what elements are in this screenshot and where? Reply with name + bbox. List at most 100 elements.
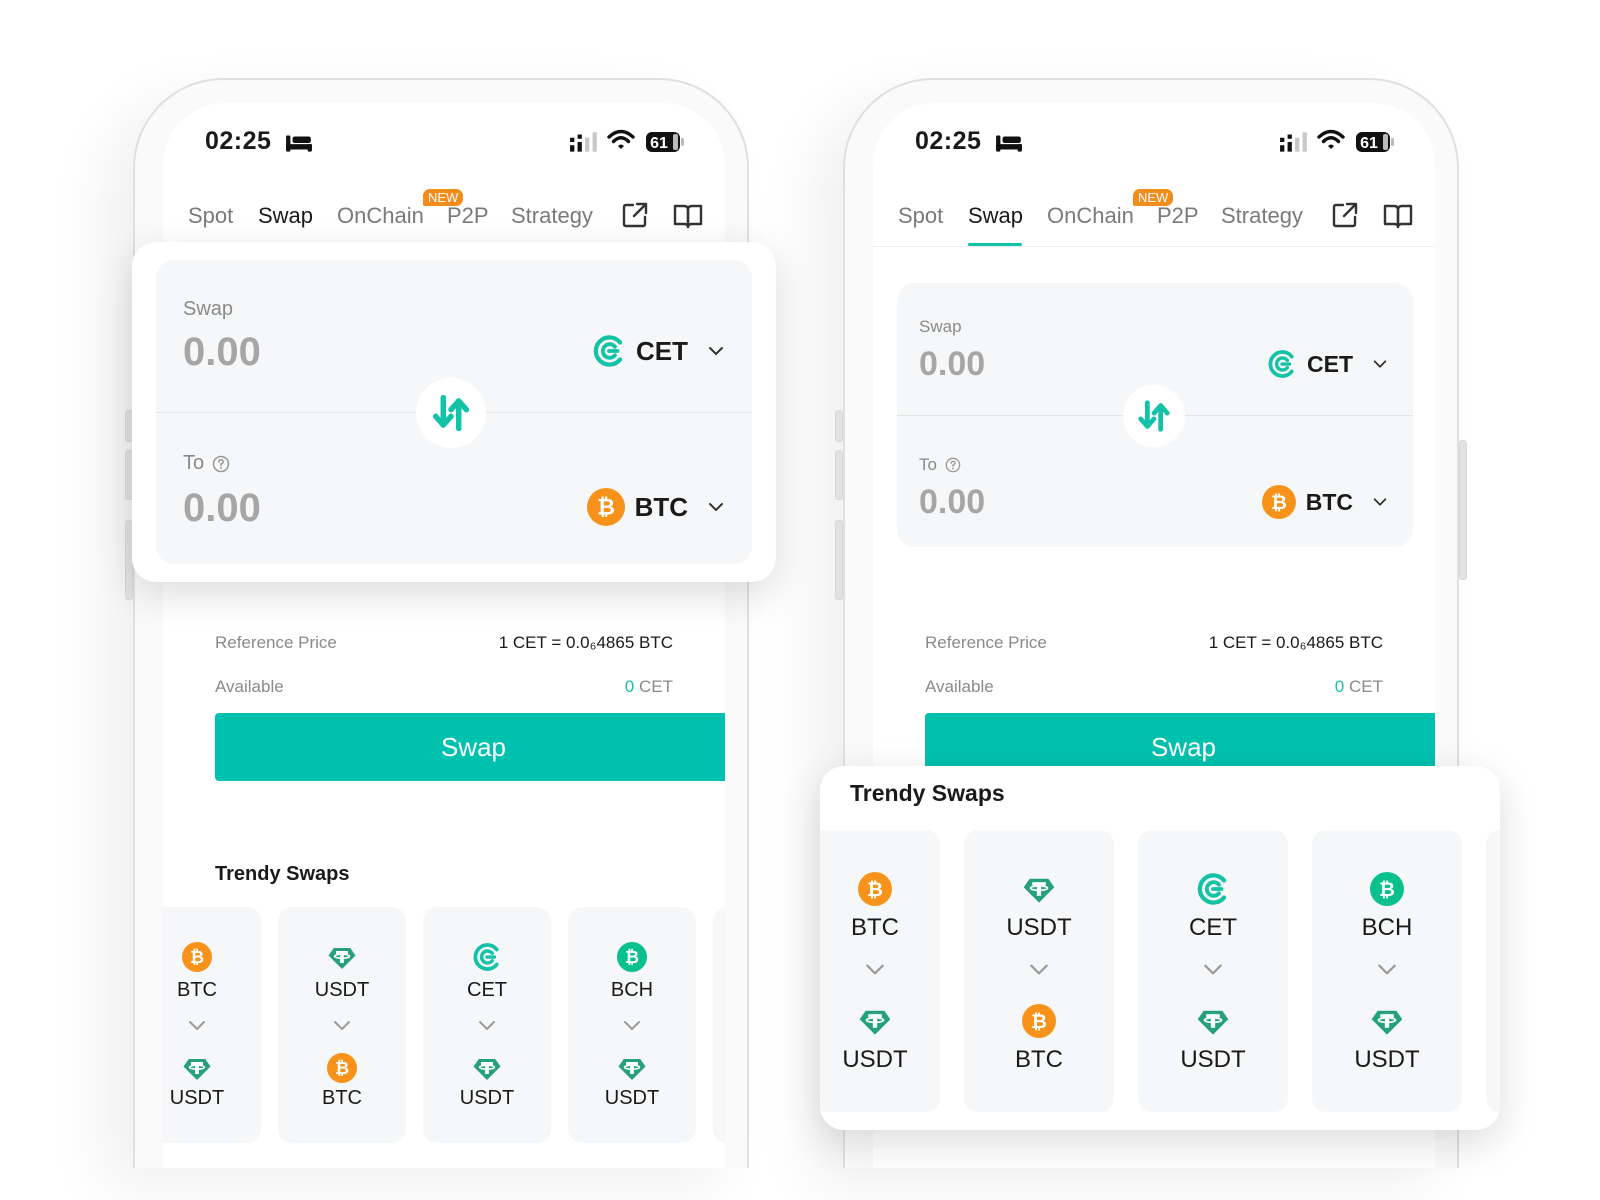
swap-arrows-icon (1135, 397, 1173, 435)
from-coin-selector[interactable]: CET (592, 334, 726, 368)
battery-icon: 61 (1356, 132, 1394, 152)
trendy-swaps-popout: Trendy Swaps BTC USDT USDT BTC CET USDT … (820, 766, 1500, 1130)
chevron-down-icon (332, 1015, 352, 1035)
available-coin: CET (1349, 677, 1383, 696)
power-button (1459, 440, 1467, 580)
status-bar: 02:25 61 (163, 127, 725, 167)
usdt-icon (182, 1053, 212, 1083)
trendy-from-symbol: CET (1189, 914, 1237, 941)
trendy-card-usdt-btc[interactable]: USDT BTC (964, 830, 1114, 1112)
volume-up-button (835, 450, 843, 500)
tab-strategy[interactable]: Strategy (1221, 203, 1303, 229)
battery-icon: 61 (646, 132, 684, 152)
available-label: Available (925, 677, 994, 696)
available-row: Available 0 CET (925, 677, 1383, 697)
tab-spot[interactable]: Spot (188, 203, 233, 229)
trendy-to-symbol: BTC (1015, 1046, 1063, 1073)
to-coin-name: BTC (634, 491, 688, 522)
volume-down-button (835, 520, 843, 600)
trendy-swaps-title: Trendy Swaps (215, 863, 350, 885)
from-coin-name: CET (636, 335, 688, 366)
trendy-card-cet-usdt[interactable]: CET USDT (423, 907, 551, 1143)
btc-icon (1262, 485, 1296, 519)
trendy-to-symbol: BTC (322, 1087, 362, 1109)
reference-price-label: Reference Price (925, 633, 1047, 652)
usdt-icon (472, 1053, 502, 1083)
chevron-down-icon (864, 958, 886, 980)
from-amount-input[interactable]: 0.00 (919, 345, 985, 384)
trendy-card-partial[interactable] (713, 907, 725, 1143)
trendy-card-partial[interactable] (1486, 830, 1500, 1112)
to-coin-selector[interactable]: BTC (587, 488, 726, 526)
cet-icon (472, 942, 502, 972)
bch-icon (1370, 872, 1404, 906)
to-coin-selector[interactable]: BTC (1262, 485, 1389, 519)
chevron-down-icon (1202, 958, 1224, 980)
swap-button[interactable]: Swap (215, 713, 725, 781)
usdt-icon (858, 1004, 892, 1038)
trendy-from-symbol: BTC (177, 979, 217, 1001)
bch-icon (617, 942, 647, 972)
tab-onchain[interactable]: OnChain (1047, 203, 1134, 229)
trendy-card-cet-usdt[interactable]: CET USDT (1138, 830, 1288, 1112)
swap-direction-button[interactable] (1123, 385, 1185, 447)
top-tabs: Spot Swap OnChain NEW P2P Strategy (873, 189, 1435, 247)
trendy-to-symbol: USDT (842, 1046, 908, 1073)
chevron-down-icon (1371, 493, 1389, 511)
help-icon[interactable] (945, 457, 961, 473)
trendy-card-btc-usdt[interactable]: BTC USDT (163, 907, 261, 1143)
swap-arrows-icon (429, 391, 473, 435)
trendy-to-symbol: USDT (1180, 1046, 1246, 1073)
trendy-to-symbol: USDT (1354, 1046, 1420, 1073)
sleep-focus-icon (285, 133, 313, 153)
from-coin-selector[interactable]: CET (1267, 349, 1389, 379)
active-tab-indicator (968, 243, 1022, 246)
trendy-to-symbol: USDT (169, 1087, 225, 1109)
reference-price-value: 1 CET = 0.0₆4865 BTC (1208, 633, 1383, 652)
to-amount-input[interactable]: 0.00 (183, 486, 261, 531)
from-amount-input[interactable]: 0.00 (183, 330, 261, 375)
btc-icon (182, 942, 212, 972)
wifi-icon (607, 129, 635, 151)
help-icon[interactable] (212, 455, 230, 473)
external-link-icon[interactable] (1331, 201, 1359, 229)
status-time: 02:25 (915, 127, 982, 155)
tab-swap[interactable]: Swap (968, 203, 1023, 229)
tab-p2p[interactable]: P2P (1157, 203, 1199, 229)
chevron-down-icon (1028, 958, 1050, 980)
btc-icon (587, 488, 625, 526)
cellular-signal-icon (569, 131, 599, 153)
available-label: Available (215, 677, 284, 696)
tab-strategy[interactable]: Strategy (511, 203, 593, 229)
guide-book-icon[interactable] (1383, 203, 1413, 229)
available-coin: CET (639, 677, 673, 696)
external-link-icon[interactable] (621, 201, 649, 229)
chevron-down-icon (477, 1015, 497, 1035)
guide-book-icon[interactable] (673, 203, 703, 229)
to-coin-name: BTC (1305, 488, 1353, 515)
svg-text:61: 61 (1360, 135, 1378, 152)
trendy-from-symbol: BTC (851, 914, 899, 941)
to-amount-input[interactable]: 0.00 (919, 483, 985, 522)
tab-swap[interactable]: Swap (258, 203, 313, 229)
trendy-card-usdt-btc[interactable]: USDT BTC (278, 907, 406, 1143)
to-label: To (183, 452, 205, 474)
tab-onchain[interactable]: OnChain (337, 203, 424, 229)
usdt-icon (617, 1053, 647, 1083)
swap-direction-button[interactable] (416, 378, 486, 448)
reference-price-row: Reference Price 1 CET = 0.0₆4865 BTC (925, 633, 1383, 653)
status-time: 02:25 (205, 127, 272, 155)
tab-p2p[interactable]: P2P (447, 203, 489, 229)
svg-text:61: 61 (650, 135, 668, 152)
trendy-from-symbol: CET (467, 979, 507, 1001)
chevron-down-icon (622, 1015, 642, 1035)
swap-card: Swap 0.00 CET To 0.00 BTC (897, 283, 1413, 547)
trendy-card-bch-usdt[interactable]: BCH USDT (568, 907, 696, 1143)
usdt-icon (1370, 1004, 1404, 1038)
tab-spot[interactable]: Spot (898, 203, 943, 229)
chevron-down-icon (187, 1015, 207, 1035)
trendy-card-bch-usdt[interactable]: BCH USDT (1312, 830, 1462, 1112)
trendy-from-symbol: BCH (1361, 914, 1413, 941)
trendy-card-btc-usdt[interactable]: BTC USDT (820, 830, 940, 1112)
trendy-to-symbol: USDT (604, 1087, 660, 1109)
